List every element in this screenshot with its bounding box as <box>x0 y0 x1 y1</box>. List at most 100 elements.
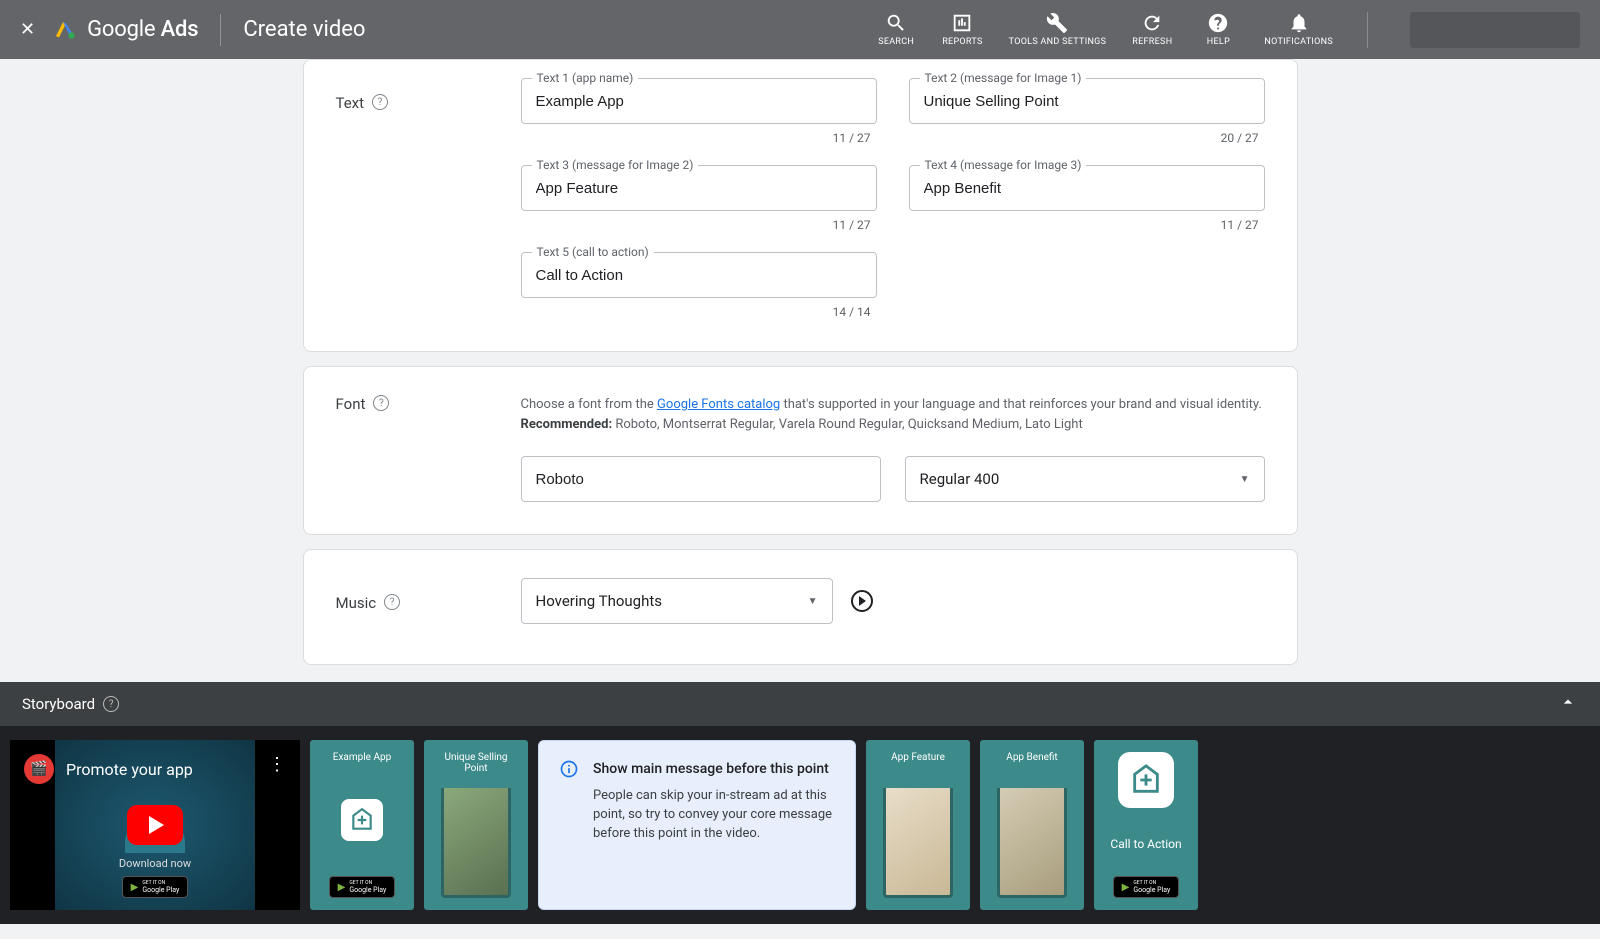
reports-button[interactable]: REPORTS <box>942 12 982 48</box>
reports-icon <box>951 12 973 34</box>
frame-5-title: Call to Action <box>1110 837 1181 851</box>
storyboard-body: Download now GET IT ONGoogle Play 🎬 Prom… <box>0 726 1600 924</box>
text-4-label: Text 4 (message for Image 3) <box>920 158 1087 172</box>
ads-logo-icon <box>53 18 77 42</box>
text-1-field-wrap: Text 1 (app name) 11 / 27 <box>521 78 877 145</box>
play-button[interactable] <box>851 590 873 612</box>
music-card: Music ? Hovering Thoughts ▼ <box>303 549 1298 665</box>
text-2-field[interactable]: Text 2 (message for Image 1) <box>909 78 1265 124</box>
font-section-label: Font ? <box>336 395 521 502</box>
google-ads-logo: Google Ads <box>53 17 198 42</box>
storyboard-frame-2[interactable]: Unique Selling Point <box>424 740 528 910</box>
app-header: ✕ Google Ads Create video SEARCH REPORTS… <box>0 0 1600 59</box>
text-5-input[interactable] <box>536 267 862 284</box>
frame-4-image <box>997 788 1067 898</box>
font-family-field[interactable] <box>521 456 881 502</box>
font-family-input[interactable] <box>536 471 866 488</box>
storyboard-info-card: Show main message before this point Peop… <box>538 740 856 910</box>
refresh-button[interactable]: REFRESH <box>1132 12 1172 48</box>
font-weight-value: Regular 400 <box>920 470 1000 488</box>
logo-text: Google Ads <box>87 17 198 42</box>
font-card: Font ? Choose a font from the Google Fon… <box>303 366 1298 535</box>
music-section-label: Music ? <box>336 578 521 624</box>
search-icon <box>885 12 907 34</box>
frame-3-image <box>883 788 953 898</box>
text-2-field-wrap: Text 2 (message for Image 1) 20 / 27 <box>909 78 1265 145</box>
font-hint: Choose a font from the Google Fonts cata… <box>521 395 1265 434</box>
text-2-count: 20 / 27 <box>909 131 1265 145</box>
page-title: Create video <box>243 17 365 42</box>
text-5-field-wrap: Text 5 (call to action) 14 / 14 <box>521 252 877 319</box>
storyboard-frame-4[interactable]: App Benefit <box>980 740 1084 910</box>
text-5-count: 14 / 14 <box>521 305 877 319</box>
text-section-label: Text ? <box>336 78 521 319</box>
text-5-field[interactable]: Text 5 (call to action) <box>521 252 877 298</box>
music-value: Hovering Thoughts <box>536 592 663 610</box>
download-text: Download now <box>119 857 191 870</box>
bell-icon <box>1288 12 1310 34</box>
frame-4-title: App Benefit <box>1006 752 1057 763</box>
text-3-input[interactable] <box>536 180 862 197</box>
google-fonts-link[interactable]: Google Fonts catalog <box>657 397 780 412</box>
text-1-input[interactable] <box>536 93 862 110</box>
storyboard-panel: Storyboard ? Download now GET IT ONGoogl… <box>0 682 1600 924</box>
text-1-label: Text 1 (app name) <box>532 71 639 85</box>
help-icon[interactable]: ? <box>372 94 388 110</box>
storyboard-video-preview[interactable]: Download now GET IT ONGoogle Play 🎬 Prom… <box>10 740 300 910</box>
help-icon[interactable]: ? <box>103 696 119 712</box>
header-left: ✕ Google Ads Create video <box>20 14 365 46</box>
text-1-count: 11 / 27 <box>521 131 877 145</box>
storyboard-frame-1[interactable]: Example App GET IT ONGoogle Play <box>310 740 414 910</box>
help-button[interactable]: HELP <box>1198 12 1238 48</box>
header-divider <box>220 14 221 46</box>
chevron-down-icon: ▼ <box>808 596 818 607</box>
app-icon <box>341 799 383 841</box>
video-menu-button[interactable]: ⋮ <box>268 754 286 775</box>
text-1-field[interactable]: Text 1 (app name) <box>521 78 877 124</box>
storyboard-frame-5[interactable]: Call to Action GET IT ONGoogle Play <box>1094 740 1198 910</box>
collapse-button[interactable] <box>1558 692 1578 716</box>
text-3-field[interactable]: Text 3 (message for Image 2) <box>521 165 877 211</box>
font-weight-select[interactable]: Regular 400 ▼ <box>905 456 1265 502</box>
app-icon <box>1118 752 1174 808</box>
frame-2-image <box>441 788 511 898</box>
info-title: Show main message before this point <box>593 759 835 779</box>
notifications-button[interactable]: NOTIFICATIONS <box>1264 12 1333 48</box>
frame-2-title: Unique Selling Point <box>432 752 520 774</box>
google-play-badge: GET IT ONGoogle Play <box>122 876 189 898</box>
text-4-field[interactable]: Text 4 (message for Image 3) <box>909 165 1265 211</box>
google-play-badge: GET IT ONGoogle Play <box>1113 876 1180 898</box>
text-3-label: Text 3 (message for Image 2) <box>532 158 699 172</box>
text-3-field-wrap: Text 3 (message for Image 2) 11 / 27 <box>521 165 877 232</box>
storyboard-header: Storyboard ? <box>0 682 1600 726</box>
text-4-count: 11 / 27 <box>909 218 1265 232</box>
music-select[interactable]: Hovering Thoughts ▼ <box>521 578 833 624</box>
header-divider-2 <box>1367 12 1368 48</box>
frame-3-title: App Feature <box>891 752 945 763</box>
chevron-down-icon: ▼ <box>1240 474 1250 485</box>
text-4-field-wrap: Text 4 (message for Image 3) 11 / 27 <box>909 165 1265 232</box>
search-button[interactable]: SEARCH <box>876 12 916 48</box>
header-tools: SEARCH REPORTS TOOLS AND SETTINGS REFRES… <box>876 12 1580 48</box>
video-title-bar: 🎬 Promote your app <box>24 754 193 784</box>
refresh-icon <box>1141 12 1163 34</box>
account-selector[interactable] <box>1410 12 1580 48</box>
help-icon[interactable]: ? <box>373 395 389 411</box>
storyboard-frame-3[interactable]: App Feature <box>866 740 970 910</box>
youtube-play-button[interactable] <box>127 805 183 845</box>
help-icon <box>1207 12 1229 34</box>
info-icon <box>559 759 579 891</box>
frame-1-title: Example App <box>333 752 391 763</box>
close-icon[interactable]: ✕ <box>20 19 35 40</box>
text-2-label: Text 2 (message for Image 1) <box>920 71 1087 85</box>
wrench-icon <box>1046 12 1068 34</box>
help-icon[interactable]: ? <box>384 594 400 610</box>
tools-settings-button[interactable]: TOOLS AND SETTINGS <box>1009 12 1107 48</box>
text-4-input[interactable] <box>924 180 1250 197</box>
director-icon: 🎬 <box>24 754 54 784</box>
info-body: People can skip your in-stream ad at thi… <box>593 787 835 844</box>
text-2-input[interactable] <box>924 93 1250 110</box>
text-5-label: Text 5 (call to action) <box>532 245 654 259</box>
storyboard-title: Storyboard <box>22 695 95 713</box>
text-3-count: 11 / 27 <box>521 218 877 232</box>
